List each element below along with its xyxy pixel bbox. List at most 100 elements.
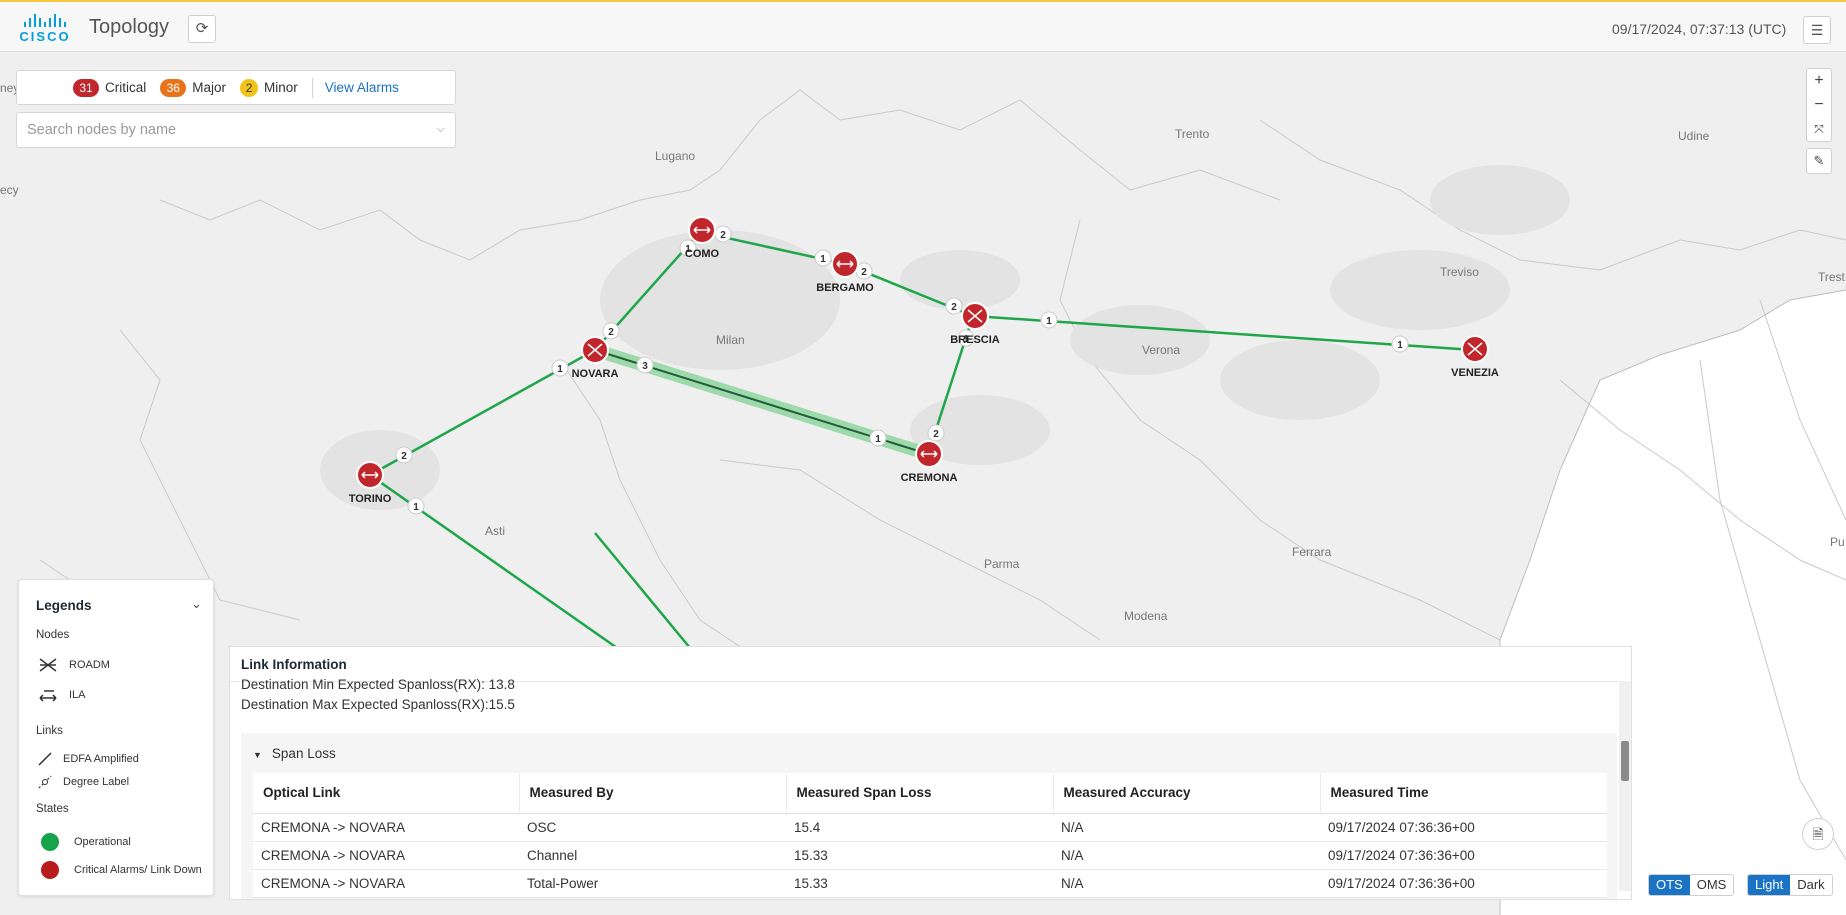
node-search[interactable]: ⌵ [16,112,456,148]
dest-min-spanloss: Destination Min Expected Spanloss(RX): 1… [241,677,515,692]
major-label: Major [192,80,227,95]
degree-line-icon [38,775,52,789]
light-theme-toggle[interactable]: Light [1748,875,1791,895]
dest-max-spanloss: Destination Max Expected Spanloss(RX):15… [241,697,515,712]
settings-button[interactable]: ☰ [1803,16,1831,44]
current-timestamp: 09/17/2024, 07:37:13 (UTC) [1612,21,1787,37]
table-row: CREMONA -> NOVARA Channel 15.33 N/A 09/1… [253,841,1607,870]
svg-text:2: 2 [951,302,957,313]
document-icon: 🗎 [1812,826,1824,842]
link-information-panel: Link Information Destination Min Expecte… [229,646,1632,900]
table-header-row: Optical Link Measured By Measured Span L… [253,773,1607,814]
legend-critical: Critical Alarms/ Link Down [41,861,202,879]
degree-label: 2 [395,446,413,464]
refresh-icon: ⟳ [195,20,209,37]
green-dot-icon [41,833,59,851]
refresh-button[interactable]: ⟳ [188,15,216,43]
svg-text:1: 1 [1397,340,1403,351]
layer-toggle: OTS OMS [1648,874,1735,896]
scrollbar-thumb[interactable] [1621,741,1629,781]
ila-icon [39,690,57,702]
span-loss-toggle[interactable]: ▼ Span Loss [253,746,336,761]
edit-button[interactable]: ✎ [1806,148,1832,174]
svg-text:2: 2 [933,429,939,440]
place-label: Milan [716,333,745,347]
legend-edfa: EDFA Amplified [37,751,139,767]
theme-toggle: Light Dark [1747,874,1833,896]
svg-text:1: 1 [875,434,881,445]
table-row: CREMONA -> NOVARA Total-Power 15.33 N/A … [253,869,1607,898]
document-button[interactable]: 🗎 [1802,818,1834,850]
degree-label: 1 [869,429,887,447]
column-header[interactable]: Measured Accuracy [1052,773,1320,814]
place-label: Ferrara [1292,545,1332,559]
place-label: Lugano [655,149,695,163]
zoom-in-button[interactable]: + [1807,69,1831,93]
degree-label: 2 [945,297,963,315]
svg-text:1: 1 [557,364,563,375]
legend-ila: ILA [37,686,86,704]
roadm-icon [39,658,57,672]
span-loss-section: ▼ Span Loss Optical Link Measured By Meas… [241,733,1617,899]
svg-text:VENEZIA: VENEZIA [1451,367,1499,379]
place-label: Modena [1124,609,1168,623]
oms-toggle[interactable]: OMS [1690,875,1734,895]
degree-label: 1 [551,359,569,377]
zoom-controls: + − ⤧ [1806,68,1832,142]
cisco-logo: CISCO [16,14,74,44]
place-label: Pu [1830,535,1845,549]
brand-name: CISCO [19,29,71,44]
top-bar: CISCO Topology ⟳ 09/17/2024, 07:37:13 (U… [0,0,1846,52]
degree-label: 1 [1391,335,1409,353]
degree-label: 1 [407,497,425,515]
svg-text:BRESCIA: BRESCIA [950,334,1000,346]
svg-text:2: 2 [401,451,407,462]
degree-label: 2 [602,322,620,340]
place-label: Treviso [1440,265,1479,279]
place-label: Trest [1818,270,1846,284]
major-count-badge[interactable]: 36 [160,78,187,97]
column-header[interactable]: Optical Link [253,773,519,814]
svg-text:2: 2 [861,267,867,278]
svg-text:3: 3 [642,361,648,372]
column-header[interactable]: Measured Time [1319,773,1607,814]
critical-label: Critical [105,80,147,95]
degree-label: 1 [814,249,832,267]
zoom-out-button[interactable]: − [1807,93,1831,117]
degree-label: 1 [1040,311,1058,329]
svg-text:NOVARA: NOVARA [572,368,619,380]
sliders-icon: ☰ [1810,22,1824,38]
table-row: CREMONA -> NOVARA OSC 15.4 N/A 09/17/202… [253,813,1607,842]
column-header[interactable]: Measured By [518,773,786,814]
line-icon [38,752,52,766]
svg-text:COMO: COMO [685,248,720,260]
minor-count-badge[interactable]: 2 [240,78,259,97]
degree-label: 3 [636,356,654,374]
panel-scrollbar[interactable] [1619,681,1631,891]
svg-text:2: 2 [608,327,614,338]
column-header[interactable]: Measured Span Loss [785,773,1053,814]
place-label: Udine [1678,129,1710,143]
page-title: Topology [89,16,170,38]
divider [311,77,313,98]
place-label: ecy [0,183,19,197]
chevron-down-icon[interactable]: ⌵ [437,123,445,136]
view-alarms-link[interactable]: View Alarms [325,80,399,95]
place-label: Asti [485,524,505,538]
degree-label: 2 [927,424,945,442]
svg-text:1: 1 [413,502,419,513]
search-input[interactable] [17,113,417,147]
ots-toggle[interactable]: OTS [1649,875,1690,895]
caret-down-icon: ▼ [253,750,262,760]
chevron-down-icon[interactable]: ⌄ [191,596,202,612]
degree-label: 2 [714,225,732,243]
legend-states-heading: States [36,803,69,815]
place-label: Trento [1175,127,1210,141]
svg-text:CREMONA: CREMONA [901,472,958,484]
dark-theme-toggle[interactable]: Dark [1790,875,1831,895]
fit-view-button[interactable]: ⤧ [1807,117,1831,141]
critical-count-badge[interactable]: 31 [73,78,99,97]
panel-title: Link Information [241,657,347,672]
span-loss-table: Optical Link Measured By Measured Span L… [253,773,1607,898]
pencil-icon: ✎ [1813,153,1825,168]
